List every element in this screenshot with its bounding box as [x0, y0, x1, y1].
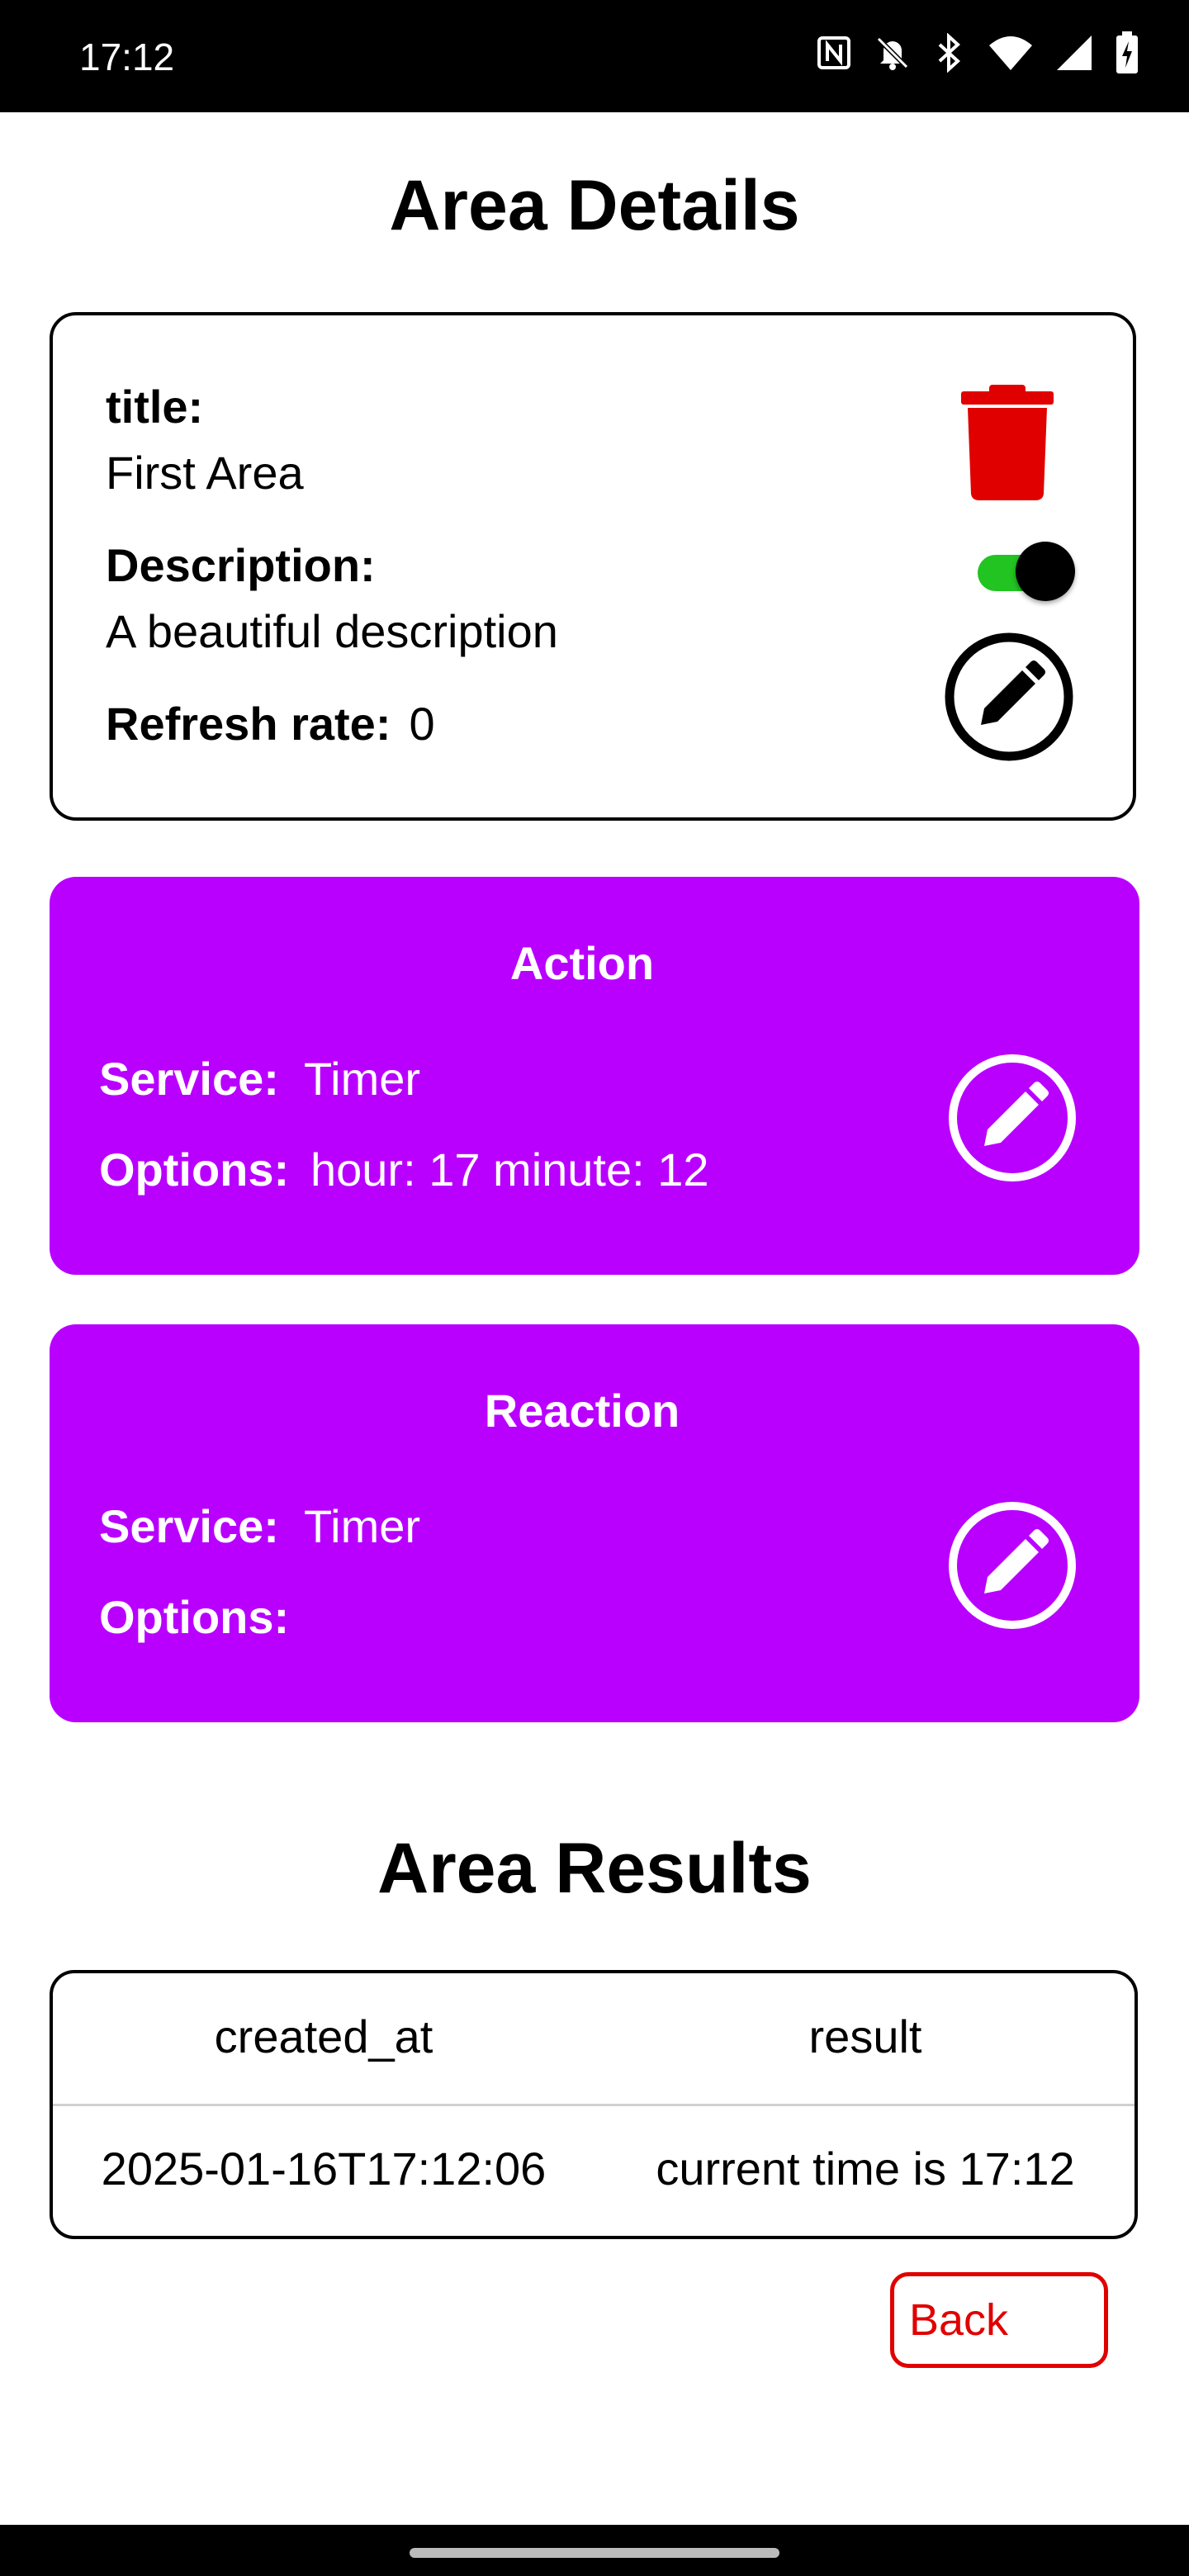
- results-title: Area Results: [377, 1829, 812, 1908]
- reaction-heading: Reaction: [484, 1385, 680, 1437]
- toggle-knob: [1016, 542, 1075, 601]
- enable-toggle[interactable]: [974, 542, 1078, 601]
- edit-area-button[interactable]: [945, 632, 1073, 761]
- results-table: created_at result 2025-01-16T17:12:06 cu…: [50, 1970, 1138, 2239]
- back-button[interactable]: Back: [890, 2272, 1108, 2368]
- action-service-label: Service:: [99, 1053, 279, 1105]
- refresh-rate-label: Refresh rate:: [106, 698, 391, 750]
- status-icons: [816, 31, 1139, 74]
- action-options-value: hour: 17 minute: 12: [310, 1144, 709, 1196]
- action-service-value: Timer: [304, 1053, 421, 1105]
- pencil-icon: [949, 1502, 1076, 1629]
- cell-created-at: 2025-01-16T17:12:06: [101, 2143, 547, 2195]
- title-value: First Area: [106, 447, 304, 499]
- action-card: Action Service: Timer Options: hour: 17 …: [50, 877, 1139, 1275]
- description-label: Description:: [106, 539, 376, 591]
- column-header-created-at: created_at: [214, 2010, 433, 2062]
- wifi-icon: [989, 36, 1032, 70]
- bluetooth-icon: [938, 33, 960, 73]
- refresh-rate-row: Refresh rate: 0: [106, 697, 435, 751]
- pencil-icon: [945, 632, 1073, 761]
- status-bar: 17:12: [0, 0, 1189, 112]
- title-label: title:: [106, 381, 204, 433]
- trash-icon: [961, 385, 1054, 500]
- page-title: Area Details: [389, 166, 800, 245]
- bell-off-icon: [876, 36, 909, 70]
- action-heading: Action: [509, 937, 655, 989]
- nfc-icon: [817, 36, 850, 69]
- edit-reaction-button[interactable]: [948, 1501, 1077, 1630]
- reaction-card: Reaction Service: Timer Options:: [50, 1324, 1139, 1722]
- cell-result: current time is 17:12: [656, 2143, 1075, 2195]
- edit-action-button[interactable]: [948, 1054, 1077, 1182]
- description-value: A beautiful description: [106, 605, 558, 657]
- delete-button[interactable]: [958, 381, 1057, 506]
- reaction-service-value: Timer: [304, 1500, 421, 1552]
- gesture-handle[interactable]: [410, 2548, 779, 2558]
- status-time: 17:12: [79, 36, 175, 78]
- row-divider: [53, 2104, 1135, 2106]
- reaction-options-label: Options:: [99, 1591, 290, 1643]
- column-header-result: result: [808, 2010, 922, 2062]
- signal-icon: [1057, 36, 1092, 70]
- refresh-rate-value: 0: [409, 698, 435, 750]
- battery-icon: [1116, 31, 1138, 73]
- reaction-service-label: Service:: [99, 1500, 279, 1552]
- action-options-label: Options:: [99, 1144, 290, 1196]
- pencil-icon: [949, 1054, 1076, 1181]
